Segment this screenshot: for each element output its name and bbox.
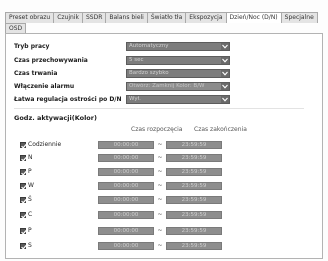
checkmark-icon xyxy=(21,213,27,219)
start-time-field[interactable]: 00:00:00 xyxy=(98,153,154,162)
start-time-field[interactable]: 00:00:00 xyxy=(98,210,154,219)
select-value: Bardzo szybko xyxy=(129,69,169,76)
day-checkbox[interactable] xyxy=(20,168,27,176)
chevron-down-icon xyxy=(221,42,229,50)
setting-row-wlaczenie-alarmu: Włączenie alarmu Otwórz: Zamknij Kolor: … xyxy=(14,81,230,91)
settings-window: Preset obrazu Czujnik SSDR Balans bieli … xyxy=(0,0,328,261)
start-time-header: Czas rozpoczęcia xyxy=(131,126,183,133)
checkmark-icon xyxy=(21,198,27,204)
day-label: W xyxy=(28,182,34,189)
start-time-field[interactable]: 00:00:00 xyxy=(98,181,154,190)
checkmark-icon xyxy=(21,229,27,235)
day-label: Ś xyxy=(28,196,32,203)
schedule-row: N 00:00:00 ~ 23:59:59 xyxy=(20,153,222,162)
select-value: Wył. xyxy=(129,95,141,102)
range-separator: ~ xyxy=(157,141,163,148)
duration-select[interactable]: Bardzo szybko xyxy=(126,68,230,78)
setting-label: Czas przechowywania xyxy=(14,56,88,64)
setting-row-tryb-pracy: Tryb pracy Automatyczny xyxy=(14,41,230,51)
checkmark-icon xyxy=(21,184,27,190)
chevron-down-icon xyxy=(221,69,229,77)
tab-dzien-noc[interactable]: Dzień/Noc (D/N) xyxy=(225,12,282,23)
setting-label: Włączenie alarmu xyxy=(14,82,75,90)
select-value: Otwórz: Zamknij Kolor: B/W xyxy=(129,82,205,89)
setting-row-czas-przechowywania: Czas przechowywania 5 sec xyxy=(14,55,230,65)
setting-row-latwa-regulacja: Łatwa regulacja ostrości po D/N Wył. xyxy=(14,94,230,104)
start-time-field[interactable]: 00:00:00 xyxy=(98,241,154,250)
end-time-field[interactable]: 23:59:59 xyxy=(166,153,222,162)
day-checkbox[interactable] xyxy=(20,211,27,219)
day-checkbox[interactable] xyxy=(20,196,27,204)
end-time-header: Czas zakończenia xyxy=(194,126,247,133)
schedule-row: P 00:00:00 ~ 23:59:59 xyxy=(20,226,222,235)
chevron-down-icon xyxy=(221,82,229,90)
setting-label: Czas trwania xyxy=(14,69,58,77)
select-value: Automatyczny xyxy=(129,42,169,49)
day-checkbox[interactable] xyxy=(20,141,27,149)
checkmark-icon xyxy=(21,143,27,149)
start-time-field[interactable]: 00:00:00 xyxy=(98,140,154,149)
schedule-title: Godz. aktywacji(Kolor) xyxy=(14,114,97,122)
dwell-time-select[interactable]: 5 sec xyxy=(126,55,230,65)
day-label: N xyxy=(28,154,33,161)
setting-label: Tryb pracy xyxy=(14,42,50,50)
mode-select[interactable]: Automatyczny xyxy=(126,41,230,51)
day-checkbox[interactable] xyxy=(20,154,27,162)
day-checkbox[interactable] xyxy=(20,227,27,235)
day-label: P xyxy=(28,227,32,234)
start-time-field[interactable]: 00:00:00 xyxy=(98,167,154,176)
schedule-row: W 00:00:00 ~ 23:59:59 xyxy=(20,181,222,190)
end-time-field[interactable]: 23:59:59 xyxy=(166,181,222,190)
end-time-field[interactable]: 23:59:59 xyxy=(166,195,222,204)
chevron-down-icon xyxy=(221,95,229,103)
tab-czujnik[interactable]: Czujnik xyxy=(53,12,83,23)
tab-bar-row-1: Preset obrazu Czujnik SSDR Balans bieli … xyxy=(5,12,318,23)
tab-specjalne[interactable]: Specjalne xyxy=(280,12,318,23)
day-label: P xyxy=(28,168,32,175)
easy-focus-select[interactable]: Wył. xyxy=(126,94,230,104)
setting-label: Łatwa regulacja ostrości po D/N xyxy=(14,95,122,103)
schedule-row: P 00:00:00 ~ 23:59:59 xyxy=(20,167,222,176)
schedule-row: Ś 00:00:00 ~ 23:59:59 xyxy=(20,195,222,204)
checkmark-icon xyxy=(21,170,27,176)
checkmark-icon xyxy=(21,244,27,250)
range-separator: ~ xyxy=(157,196,163,203)
range-separator: ~ xyxy=(157,242,163,249)
select-value: 5 sec xyxy=(129,56,144,63)
tab-swiatlo-tla[interactable]: Światło tła xyxy=(146,12,187,23)
end-time-field[interactable]: 23:59:59 xyxy=(166,210,222,219)
end-time-field[interactable]: 23:59:59 xyxy=(166,140,222,149)
range-separator: ~ xyxy=(157,182,163,189)
end-time-field[interactable]: 23:59:59 xyxy=(166,167,222,176)
tab-ssdr[interactable]: SSDR xyxy=(81,12,107,23)
start-time-field[interactable]: 00:00:00 xyxy=(98,195,154,204)
day-checkbox[interactable] xyxy=(20,182,27,190)
day-label: C xyxy=(28,211,33,218)
schedule-row: S 00:00:00 ~ 23:59:59 xyxy=(20,241,222,250)
range-separator: ~ xyxy=(157,154,163,161)
divider xyxy=(14,108,304,109)
tab-balans-bieli[interactable]: Balans bieli xyxy=(105,12,148,23)
schedule-row: C 00:00:00 ~ 23:59:59 xyxy=(20,210,222,219)
tab-ekspozycja[interactable]: Ekspozycja xyxy=(185,12,227,23)
day-checkbox[interactable] xyxy=(20,242,27,250)
alarm-select[interactable]: Otwórz: Zamknij Kolor: B/W xyxy=(126,81,230,91)
day-label: Codziennie xyxy=(28,141,62,148)
checkmark-icon xyxy=(21,156,27,162)
end-time-field[interactable]: 23:59:59 xyxy=(166,226,222,235)
day-label: S xyxy=(28,242,32,249)
range-separator: ~ xyxy=(157,227,163,234)
range-separator: ~ xyxy=(157,168,163,175)
range-separator: ~ xyxy=(157,211,163,218)
chevron-down-icon xyxy=(221,56,229,64)
end-time-field[interactable]: 23:59:59 xyxy=(166,241,222,250)
tab-preset-obrazu[interactable]: Preset obrazu xyxy=(5,12,55,23)
schedule-row: Codziennie 00:00:00 ~ 23:59:59 xyxy=(20,140,222,149)
setting-row-czas-trwania: Czas trwania Bardzo szybko xyxy=(14,68,230,78)
start-time-field[interactable]: 00:00:00 xyxy=(98,226,154,235)
